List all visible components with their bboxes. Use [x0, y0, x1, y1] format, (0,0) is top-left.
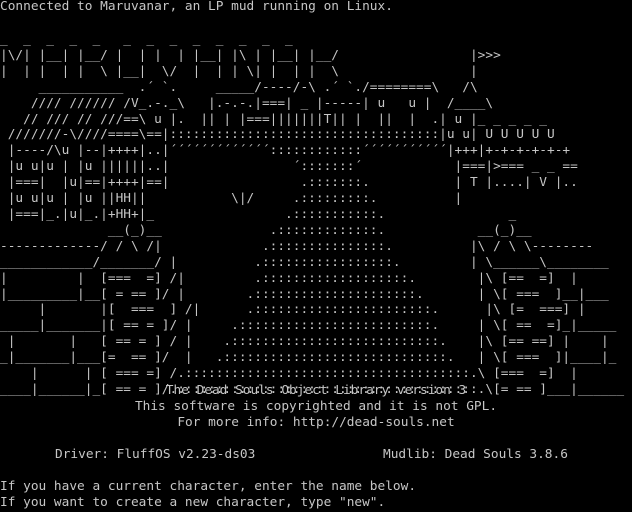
ascii-art-line: |----/\u |--|++++|..|´´´´´´´´´´´´´::::::… — [0, 143, 571, 159]
ascii-art-line: //// ////// /V_.-._\ |.-.-.|===| _ |----… — [0, 95, 494, 111]
more-info-line: For more info: http://dead-souls.net — [177, 415, 455, 430]
ascii-art-line: |u u|u | |u ||HH|| \|/ .:::::::::. | — [0, 191, 463, 207]
ascii-art-line: | | | | | \ |__| \/ | | | \| | | | \ | — [0, 63, 478, 79]
driver-version: Driver: FluffOS v2.23-ds03 — [55, 447, 256, 462]
ascii-art-line: ___________ .´ `. _____/----/-\ .´ `./==… — [0, 79, 478, 95]
ascii-art-line: | |[ === ] /| .:::::::::::::::::::::::. … — [0, 302, 586, 318]
maruvanar-ascii-banner: _ _ _ _ _ _ _ _ _ _ _ _ _ |\/| |__| |__/ … — [0, 32, 624, 398]
ascii-art-line: ____________/_______/ | .:::::::::::::::… — [0, 254, 609, 270]
connection-status-line: Connected to Maruvanar, an LP mud runnin… — [0, 0, 393, 14]
ascii-art-line: |===| |u|==|++++|==| .:::::::. | T |....… — [0, 175, 578, 191]
mudlib-version: Mudlib: Dead Souls 3.8.6 — [383, 447, 568, 462]
ascii-art-line: _|_______|___[= == ]/ | .:::::::::::::::… — [0, 350, 617, 366]
ascii-art-line: | | [ === =] /.:::::::::::::::::::::::::… — [0, 366, 578, 382]
new-character-prompt: If you want to create a new character, t… — [0, 495, 386, 510]
ascii-art-line: |u u|u | |u ||||||..| ´:::::::´ |===|>==… — [0, 159, 578, 175]
ascii-art-line: |_________|__[ = == ]/ | .::::::::::::::… — [0, 286, 609, 302]
library-title: The Dead Souls Object Library version 3 — [165, 383, 467, 398]
ascii-art-line: |===|_.|u|_.|+HH+|_ .:::::::::::. _ — [0, 206, 517, 222]
ascii-art-line: _ _ _ _ _ _ _ _ _ _ _ _ _ — [0, 32, 293, 47]
ascii-art-line: ///////-\////====\==|:::::::::::::::::::… — [0, 127, 555, 143]
copyright-notice: This software is copyrighted and it is n… — [134, 399, 498, 414]
terminal-window[interactable]: Connected to Maruvanar, an LP mud runnin… — [0, 0, 632, 512]
existing-character-prompt: If you have a current character, enter t… — [0, 479, 417, 494]
ascii-art-line: -------------/ / \ /| .:::::::::::::::. … — [0, 238, 594, 254]
ascii-art-line: __(_)__ .:::::::::::::. __(_)__ — [0, 222, 532, 238]
ascii-art-line: // /// // ///==\ u |. || | |===|||||||T|… — [0, 111, 548, 127]
ascii-art-line: |\/| |__| |__/ | | | | |__| |\ | |__| |_… — [0, 47, 501, 63]
ascii-art-line: | | [ == = ] / | .::::::::::::::::::::::… — [0, 334, 609, 350]
ascii-art-line: _____|_______|[ == = ]/ | .:::::::::::::… — [0, 318, 617, 334]
ascii-art-line: | | [=== =] /| .:::::::::::::::::::. |\ … — [0, 270, 578, 286]
